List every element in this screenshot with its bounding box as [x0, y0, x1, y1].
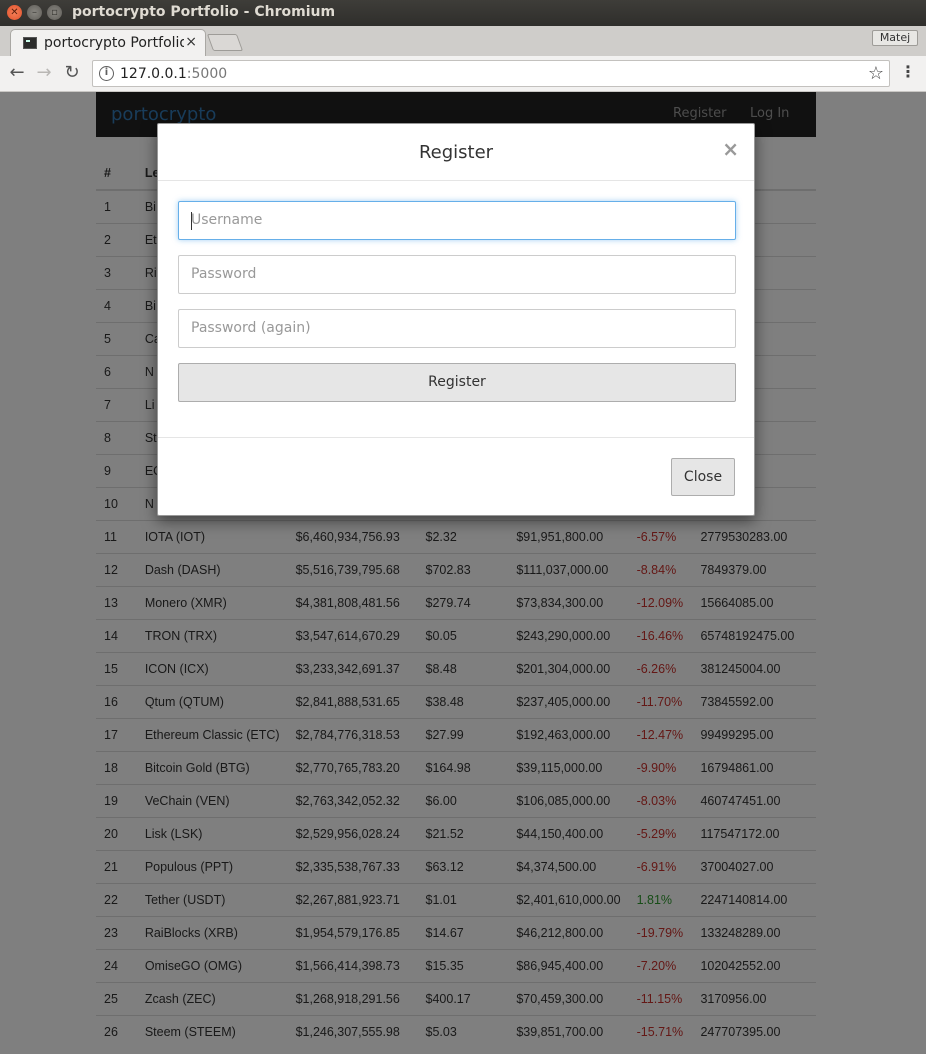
tab-strip: portocrypto Portfolio - Chromium × Matej — [0, 26, 926, 56]
modal-header: Register × — [158, 124, 754, 181]
reload-icon[interactable]: ↻ — [61, 62, 83, 83]
browser-toolbar: ← → ↻ i 127.0.0.1:5000 ☆ ⋮ — [0, 56, 926, 92]
tab-close-icon[interactable]: × — [185, 34, 197, 50]
username-input[interactable]: Username — [178, 201, 736, 240]
profile-button[interactable]: Matej — [872, 30, 918, 46]
tab-title: portocrypto Portfolio - Chromium — [44, 35, 184, 51]
back-arrow-icon[interactable]: ← — [6, 62, 28, 83]
password-again-input[interactable]: Password (again) — [178, 309, 736, 348]
window-minimize-button[interactable]: – — [27, 5, 42, 20]
window-maximize-button[interactable]: ▫ — [47, 5, 62, 20]
modal-close-icon[interactable]: × — [722, 137, 739, 161]
bookmark-star-icon[interactable]: ☆ — [868, 63, 884, 84]
window-close-button[interactable]: ✕ — [7, 5, 22, 20]
window-title: portocrypto Portfolio - Chromium — [72, 4, 336, 20]
address-url[interactable]: 127.0.0.1:5000 — [120, 66, 227, 82]
modal-title: Register — [418, 142, 494, 163]
forward-arrow-icon[interactable]: → — [33, 62, 55, 83]
terminal-favicon-icon — [23, 37, 37, 49]
url-host: 127.0.0.1 — [120, 66, 187, 82]
url-port: :5000 — [186, 66, 228, 82]
new-tab-button[interactable] — [206, 34, 244, 51]
register-modal: Register × Username Password Password (a… — [157, 123, 755, 516]
kebab-menu-icon[interactable]: ⋮ — [900, 62, 916, 81]
address-bar[interactable]: i 127.0.0.1:5000 ☆ — [92, 60, 890, 87]
password-input[interactable]: Password — [178, 255, 736, 294]
register-submit-button[interactable]: Register — [178, 363, 736, 402]
browser-tab[interactable]: portocrypto Portfolio - Chromium × — [10, 29, 206, 56]
page-viewport: portocrypto Register Log In #LeSupply 1B… — [0, 92, 926, 1054]
modal-close-button[interactable]: Close — [671, 458, 735, 496]
info-icon[interactable]: i — [99, 66, 114, 81]
window-titlebar: ✕ – ▫ portocrypto Portfolio - Chromium — [0, 0, 926, 26]
modal-footer-divider — [158, 437, 754, 438]
